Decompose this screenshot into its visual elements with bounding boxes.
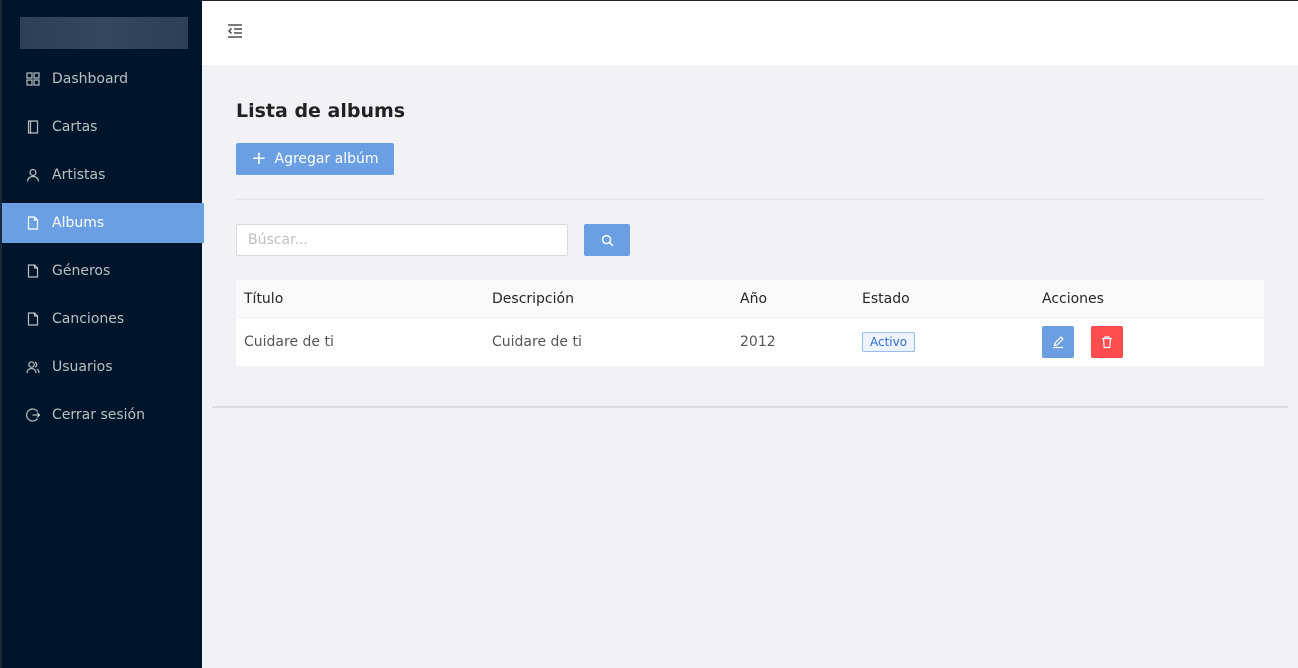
cell-estado: Activo — [862, 318, 916, 366]
search-button[interactable] — [584, 224, 630, 256]
delete-button[interactable] — [1091, 326, 1123, 358]
cell-acciones — [1042, 318, 1123, 366]
sidebar-item-cartas[interactable]: Cartas — [2, 107, 204, 147]
header — [202, 0, 1298, 65]
sidebar-item-generos[interactable]: Géneros — [2, 251, 204, 291]
sidebar-item-label: Albums — [52, 215, 105, 231]
column-header-estado: Estado — [862, 290, 910, 307]
status-badge: Activo — [862, 332, 916, 352]
table-header: Título Descripción Año Estado Acciones — [236, 280, 1264, 318]
dashboard-icon — [26, 72, 40, 86]
sidebar-item-usuarios[interactable]: Usuarios — [2, 347, 204, 387]
divider — [236, 199, 1264, 200]
sidebar-item-dashboard[interactable]: Dashboard — [2, 59, 204, 99]
table-row: Cuidare de ti Cuidare de ti 2012 Activo — [236, 318, 1264, 366]
sidebar-item-albums[interactable]: Albums — [2, 203, 204, 243]
column-header-acciones: Acciones — [1042, 290, 1104, 307]
sidebar: Dashboard Cartas Artistas Albums Géneros… — [0, 0, 204, 668]
sidebar-item-label: Géneros — [52, 263, 111, 279]
column-header-anio: Año — [740, 290, 768, 307]
edit-icon — [1051, 335, 1065, 349]
sidebar-item-artistas[interactable]: Artistas — [2, 155, 204, 195]
sidebar-item-canciones[interactable]: Canciones — [2, 299, 204, 339]
file-icon — [26, 312, 40, 326]
user-icon — [26, 168, 40, 182]
file-icon — [26, 264, 40, 278]
footer-divider — [212, 406, 1288, 408]
sidebar-item-label: Usuarios — [52, 359, 113, 375]
sidebar-item-label: Canciones — [52, 311, 125, 327]
albums-table: Título Descripción Año Estado Acciones C… — [236, 280, 1264, 366]
add-album-button[interactable]: + Agregar albúm — [236, 143, 394, 175]
search-icon — [601, 234, 614, 247]
edit-button[interactable] — [1042, 326, 1074, 358]
trash-icon — [1100, 335, 1114, 349]
column-header-descripcion: Descripción — [492, 290, 574, 307]
sidebar-item-label: Cartas — [52, 119, 98, 135]
sidebar-menu: Dashboard Cartas Artistas Albums Géneros… — [2, 59, 204, 443]
add-album-label: Agregar albúm — [274, 151, 379, 167]
menu-fold-icon[interactable] — [226, 22, 244, 40]
cell-descripcion: Cuidare de ti — [492, 334, 582, 350]
logo — [20, 17, 188, 49]
team-icon — [26, 360, 40, 374]
sidebar-item-cerrar-sesion[interactable]: Cerrar sesión — [2, 395, 204, 435]
sidebar-item-label: Artistas — [52, 167, 106, 183]
cell-titulo: Cuidare de ti — [244, 334, 334, 350]
cell-anio: 2012 — [740, 334, 776, 350]
sidebar-item-label: Dashboard — [52, 71, 128, 87]
sidebar-item-label: Cerrar sesión — [52, 407, 145, 423]
page-title: Lista de albums — [236, 100, 406, 122]
search-input[interactable] — [236, 224, 568, 256]
file-icon — [26, 216, 40, 230]
plus-icon: + — [251, 148, 267, 169]
column-header-titulo: Título — [244, 290, 284, 307]
logout-icon — [26, 408, 40, 422]
book-icon — [26, 120, 40, 134]
